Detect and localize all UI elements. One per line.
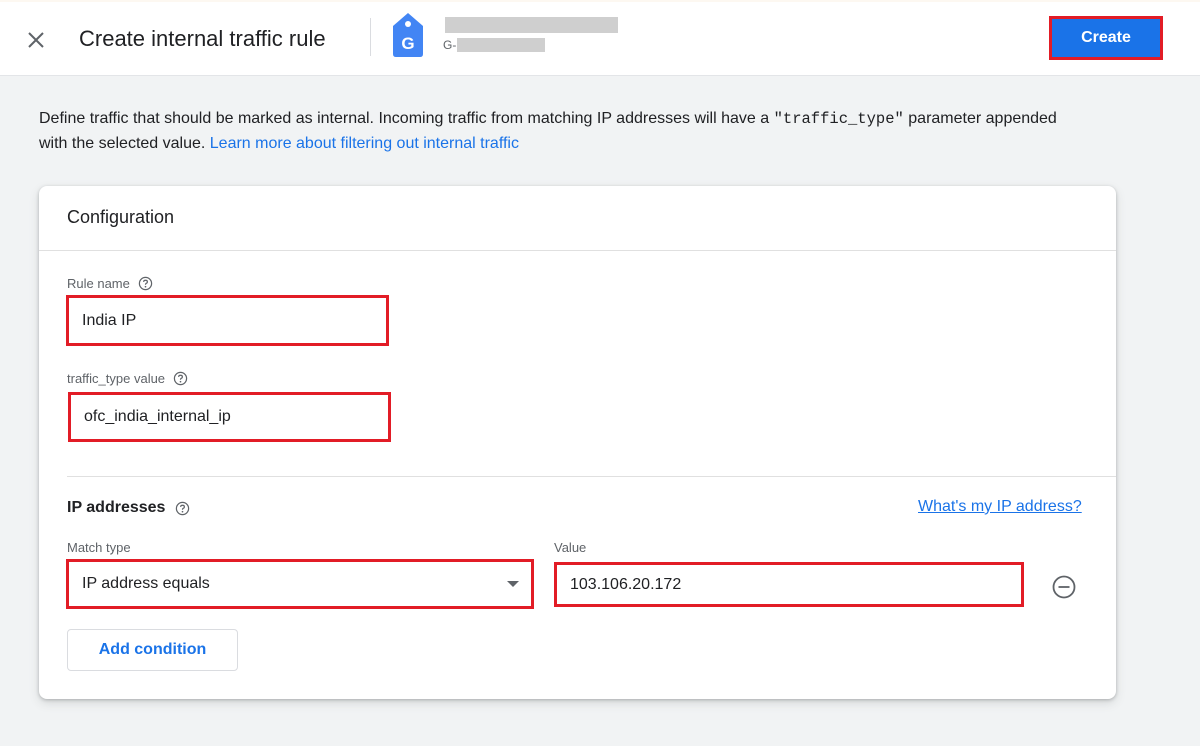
dropdown-arrow-icon bbox=[507, 581, 519, 587]
top-strip bbox=[0, 0, 1200, 2]
help-icon[interactable] bbox=[138, 276, 153, 291]
create-button-highlight: Create bbox=[1049, 16, 1163, 60]
help-icon[interactable] bbox=[175, 501, 190, 516]
rule-name-label-text: Rule name bbox=[67, 276, 130, 291]
match-type-value[interactable]: IP address equals bbox=[69, 562, 531, 606]
rule-name-input[interactable] bbox=[69, 298, 386, 343]
traffic-type-input[interactable] bbox=[71, 395, 388, 439]
match-type-label: Match type bbox=[67, 540, 131, 555]
property-id-redacted bbox=[457, 38, 545, 52]
property-name-redacted bbox=[445, 17, 618, 33]
learn-more-link[interactable]: Learn more about filtering out internal … bbox=[210, 135, 519, 152]
page-description: Define traffic that should be marked as … bbox=[39, 107, 1079, 156]
add-condition-button[interactable]: Add condition bbox=[67, 629, 238, 671]
value-label: Value bbox=[554, 540, 587, 555]
page-title: Create internal traffic rule bbox=[79, 26, 326, 51]
rule-name-label: Rule name bbox=[67, 276, 153, 291]
create-button[interactable]: Create bbox=[1052, 19, 1160, 57]
google-tag-icon: G bbox=[393, 13, 423, 57]
traffic-type-field[interactable] bbox=[68, 392, 391, 442]
whats-my-ip-link[interactable]: What's my IP address? bbox=[918, 498, 1082, 516]
description-text: Define traffic that should be marked as … bbox=[39, 110, 774, 127]
traffic-type-label-text: traffic_type value bbox=[67, 371, 166, 386]
ip-value-input[interactable] bbox=[557, 565, 1021, 604]
traffic-type-code: "traffic_type" bbox=[773, 110, 904, 128]
property-icon-letter: G bbox=[401, 34, 414, 53]
traffic-type-label: traffic_type value bbox=[67, 371, 188, 386]
close-button[interactable] bbox=[22, 26, 50, 54]
remove-condition-icon[interactable] bbox=[1051, 574, 1077, 600]
rule-name-field[interactable] bbox=[66, 295, 389, 346]
card-title: Configuration bbox=[67, 207, 175, 227]
property-id-prefix: G- bbox=[443, 38, 457, 52]
header-divider bbox=[370, 18, 371, 56]
ip-value-field[interactable] bbox=[554, 562, 1024, 607]
ip-addresses-heading: IP addresses bbox=[67, 499, 190, 517]
ip-addresses-title: IP addresses bbox=[67, 499, 166, 516]
help-icon[interactable] bbox=[173, 371, 188, 386]
configuration-card: Configuration Rule name traffic_type val… bbox=[39, 186, 1116, 699]
match-type-select[interactable]: IP address equals bbox=[66, 559, 534, 609]
top-app-bar: Create internal traffic rule G G- Create bbox=[0, 0, 1200, 76]
close-icon bbox=[28, 32, 44, 48]
section-divider bbox=[67, 476, 1116, 477]
card-divider bbox=[39, 250, 1116, 251]
